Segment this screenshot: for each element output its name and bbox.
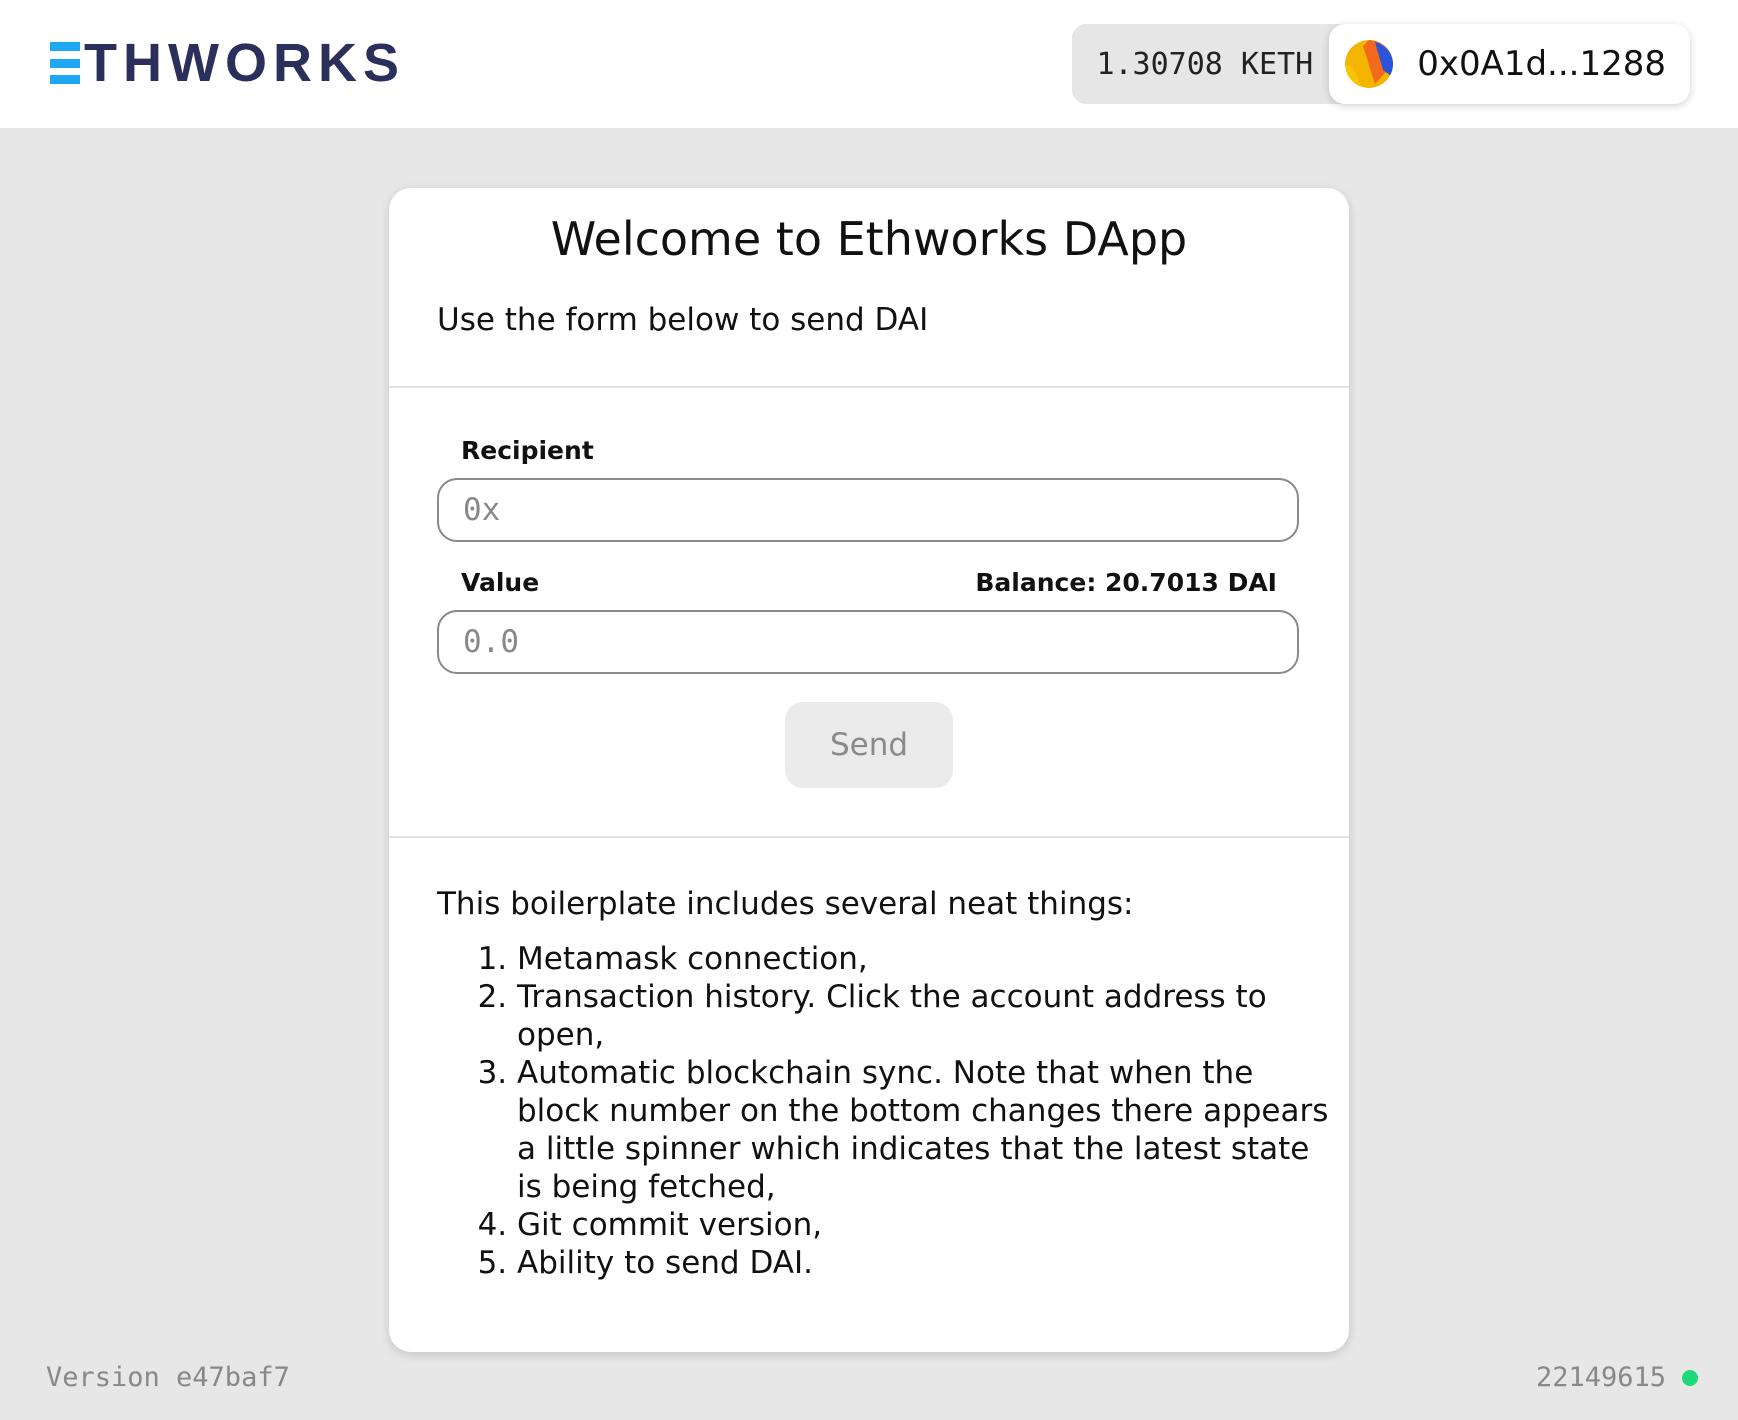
account-address-button[interactable]: 0x0A1d...1288: [1329, 24, 1690, 104]
block-status: 22149615: [1536, 1362, 1698, 1393]
app-header: THWORKS 1.30708 KETH 0x0A1d...1288: [0, 0, 1738, 128]
logo-text: THWORKS: [84, 33, 405, 93]
ethworks-logo[interactable]: THWORKS: [50, 33, 405, 93]
list-item: Ability to send DAI.: [517, 1244, 1337, 1282]
value-label: Value: [461, 568, 540, 597]
recipient-input[interactable]: [437, 478, 1299, 542]
card-subtitle: Use the form below to send DAI: [437, 302, 929, 338]
send-card: Welcome to Ethworks DApp Use the form be…: [389, 188, 1349, 1352]
list-item: Transaction history. Click the account a…: [517, 978, 1337, 1054]
eth-balance: 1.30708 KETH: [1072, 24, 1354, 104]
card-title: Welcome to Ethworks DApp: [550, 212, 1188, 266]
send-button[interactable]: Send: [785, 702, 953, 788]
info-intro: This boilerplate includes several neat t…: [437, 886, 1134, 922]
block-number: 22149615: [1535, 1362, 1666, 1393]
version-label: Version e47baf7: [46, 1362, 290, 1393]
sync-status-dot-icon: [1682, 1369, 1698, 1386]
recipient-label: Recipient: [461, 436, 594, 465]
list-item: Git commit version,: [517, 1206, 1337, 1244]
section-divider: [389, 836, 1349, 838]
list-item: Automatic blockchain sync. Note that whe…: [517, 1054, 1337, 1206]
account-address: 0x0A1d...1288: [1417, 44, 1666, 84]
dai-balance-label: Balance: 20.7013 DAI: [975, 568, 1277, 597]
logo-e-bars-icon: [50, 42, 80, 84]
account-area: 1.30708 KETH 0x0A1d...1288: [1072, 24, 1690, 104]
section-divider: [389, 386, 1349, 388]
account-avatar-icon: [1345, 40, 1394, 88]
value-input[interactable]: [437, 610, 1299, 674]
list-item: Metamask connection,: [517, 940, 1337, 978]
features-list: Metamask connection, Transaction history…: [437, 940, 1337, 1282]
